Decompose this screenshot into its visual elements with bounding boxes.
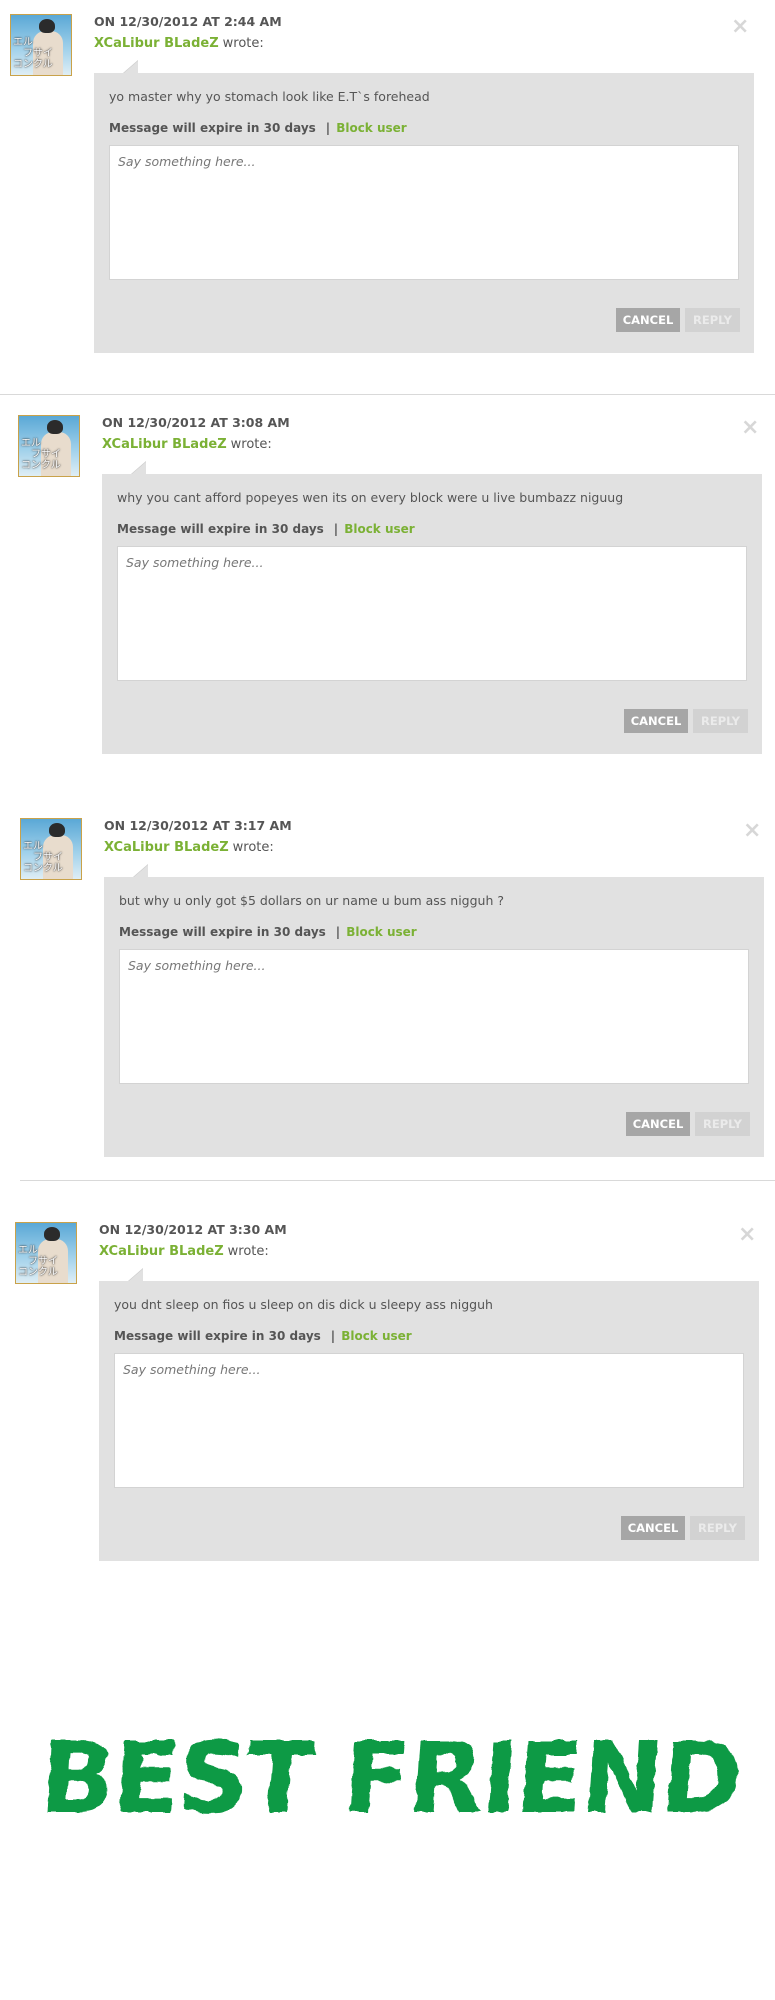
- reply-textarea[interactable]: Say something here...: [114, 1353, 744, 1488]
- reply-textarea[interactable]: Say something here...: [109, 145, 739, 280]
- message-item: エル フサイ コンクル ON 12/30/2012 AT 3:17 AM XCaL…: [0, 804, 775, 1194]
- avatar[interactable]: エル フサイ コンクル: [15, 1222, 77, 1284]
- message-date: ON 12/30/2012 AT 3:17 AM: [104, 818, 292, 833]
- reply-textarea[interactable]: Say something here...: [117, 546, 747, 681]
- author-line: XCaLibur BLadeZ wrote:: [104, 840, 274, 855]
- separator: |: [325, 121, 331, 135]
- divider: [20, 1180, 775, 1181]
- expire-text: Message will expire in 30 days: [109, 121, 316, 135]
- expire-text: Message will expire in 30 days: [117, 522, 324, 536]
- message-text: you dnt sleep on fios u sleep on dis dic…: [114, 1297, 493, 1312]
- avatar-figure-head: [49, 823, 65, 837]
- close-icon[interactable]: ×: [731, 16, 749, 38]
- avatar[interactable]: エル フサイ コンクル: [10, 14, 72, 76]
- wrote-label: wrote:: [227, 1244, 269, 1259]
- reply-button[interactable]: REPLY: [690, 1516, 745, 1540]
- logo-text: BEST FRIEND: [36, 1722, 744, 1836]
- message-panel: but why u only got $5 dollars on ur name…: [104, 864, 764, 1157]
- close-icon[interactable]: ×: [738, 1224, 756, 1246]
- block-user-link[interactable]: Block user: [344, 522, 415, 536]
- message-date: ON 12/30/2012 AT 2:44 AM: [94, 14, 282, 29]
- expire-text: Message will expire in 30 days: [114, 1329, 321, 1343]
- message-text: but why u only got $5 dollars on ur name…: [119, 893, 504, 908]
- avatar-figure-head: [47, 420, 63, 434]
- best-friend-logo-graphic: BEST FRIEND: [36, 1722, 744, 1836]
- message-item: エル フサイ コンクル ON 12/30/2012 AT 3:30 AM XCaL…: [0, 1208, 775, 1598]
- block-user-link[interactable]: Block user: [336, 121, 407, 135]
- message-panel: yo master why yo stomach look like E.T`s…: [94, 60, 754, 353]
- author-line: XCaLibur BLadeZ wrote:: [94, 36, 264, 51]
- author-link[interactable]: XCaLibur BLadeZ: [94, 36, 219, 51]
- wrote-label: wrote:: [230, 437, 272, 452]
- avatar-figure-head: [39, 19, 55, 33]
- cancel-button[interactable]: CANCEL: [621, 1516, 685, 1540]
- message-date: ON 12/30/2012 AT 3:30 AM: [99, 1222, 287, 1237]
- message-item: エル フサイ コンクル ON 12/30/2012 AT 3:08 AM XCaL…: [0, 401, 775, 791]
- close-icon[interactable]: ×: [741, 417, 759, 439]
- author-link[interactable]: XCaLibur BLadeZ: [102, 437, 227, 452]
- message-panel: you dnt sleep on fios u sleep on dis dic…: [99, 1268, 759, 1561]
- author-link[interactable]: XCaLibur BLadeZ: [99, 1244, 224, 1259]
- expire-text: Message will expire in 30 days: [119, 925, 326, 939]
- divider: [0, 394, 775, 395]
- author-line: XCaLibur BLadeZ wrote:: [99, 1244, 269, 1259]
- separator: |: [333, 522, 339, 536]
- panel-notch-fill: [134, 865, 148, 877]
- message-text: why you cant afford popeyes wen its on e…: [117, 490, 624, 505]
- avatar-figure-head: [44, 1227, 60, 1241]
- cancel-button[interactable]: CANCEL: [626, 1112, 690, 1136]
- avatar-logo-text: エル フサイ コンクル: [13, 37, 53, 70]
- author-link[interactable]: XCaLibur BLadeZ: [104, 840, 229, 855]
- message-item: エル フサイ コンクル ON 12/30/2012 AT 2:44 AM XCaL…: [0, 0, 775, 390]
- wrote-label: wrote:: [232, 840, 274, 855]
- avatar-logo-text: エル フサイ コンクル: [18, 1245, 58, 1278]
- separator: |: [330, 1329, 336, 1343]
- message-panel: why you cant afford popeyes wen its on e…: [102, 461, 762, 754]
- message-text: yo master why yo stomach look like E.T`s…: [109, 89, 430, 104]
- wrote-label: wrote:: [222, 36, 264, 51]
- message-date: ON 12/30/2012 AT 3:08 AM: [102, 415, 290, 430]
- avatar[interactable]: エル フサイ コンクル: [20, 818, 82, 880]
- block-user-link[interactable]: Block user: [341, 1329, 412, 1343]
- expire-line: Message will expire in 30 days | Block use…: [119, 925, 417, 939]
- reply-textarea[interactable]: Say something here...: [119, 949, 749, 1084]
- avatar-logo-text: エル フサイ コンクル: [21, 438, 61, 471]
- expire-line: Message will expire in 30 days | Block use…: [114, 1329, 412, 1343]
- panel-notch-fill: [132, 462, 146, 474]
- cancel-button[interactable]: CANCEL: [624, 709, 688, 733]
- panel-notch-fill: [124, 61, 138, 73]
- close-icon[interactable]: ×: [743, 820, 761, 842]
- block-user-link[interactable]: Block user: [346, 925, 417, 939]
- expire-line: Message will expire in 30 days | Block use…: [109, 121, 407, 135]
- cancel-button[interactable]: CANCEL: [616, 308, 680, 332]
- reply-button[interactable]: REPLY: [685, 308, 740, 332]
- separator: |: [335, 925, 341, 939]
- author-line: XCaLibur BLadeZ wrote:: [102, 437, 272, 452]
- reply-button[interactable]: REPLY: [693, 709, 748, 733]
- reply-button[interactable]: REPLY: [695, 1112, 750, 1136]
- avatar[interactable]: エル フサイ コンクル: [18, 415, 80, 477]
- panel-notch-fill: [129, 1269, 143, 1281]
- best-friend-logo: BEST FRIEND: [0, 1700, 775, 1860]
- avatar-logo-text: エル フサイ コンクル: [23, 841, 63, 874]
- expire-line: Message will expire in 30 days | Block use…: [117, 522, 415, 536]
